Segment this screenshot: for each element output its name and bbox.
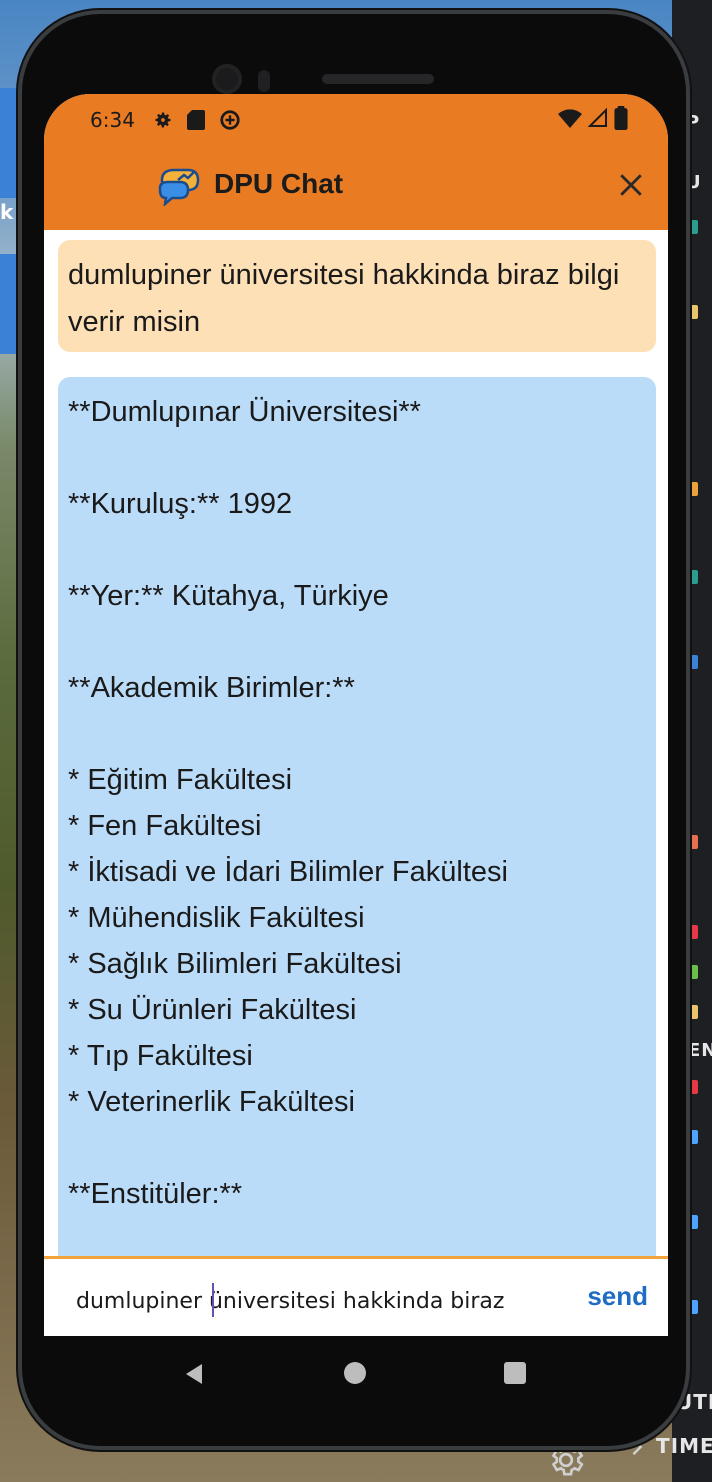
bot-message-line <box>68 711 646 757</box>
recents-icon[interactable] <box>504 1362 526 1384</box>
bot-message-line: * İktisadi ve İdari Bilimler Fakültesi <box>68 856 508 888</box>
bot-message-line: * Mühendislik Fakültesi <box>68 902 365 934</box>
file-icon <box>684 965 698 979</box>
settings-icon <box>153 110 173 130</box>
desktop-label: EN <box>688 1040 712 1061</box>
file-icon <box>684 570 698 584</box>
bot-message-line: * Tıp Fakültesi <box>68 1040 253 1072</box>
chat-bubbles-icon <box>158 168 200 206</box>
android-nav-bar <box>44 1336 668 1408</box>
bot-message-line <box>68 435 646 481</box>
signal-icon <box>588 107 607 127</box>
app-bar: DPU Chat <box>44 154 668 224</box>
app-header: 6:34 DPU Chat <box>44 94 668 230</box>
wifi-icon <box>558 109 582 128</box>
app-title: DPU Chat <box>214 168 344 199</box>
back-icon[interactable] <box>182 1362 206 1386</box>
sd-card-icon <box>186 110 205 130</box>
bot-message-line: **Enstitüler:** <box>68 1178 243 1210</box>
desktop-label: TIME <box>656 1434 712 1458</box>
file-icon <box>684 1080 698 1094</box>
gem-icon <box>684 1300 698 1314</box>
bot-message-line: * Fen Fakültesi <box>68 810 262 842</box>
status-bar: 6:34 <box>90 104 255 136</box>
gem-icon <box>684 1215 698 1229</box>
text-caret <box>212 1283 214 1317</box>
gem-icon <box>684 1130 698 1144</box>
file-icon <box>684 220 698 234</box>
desktop-left-label: k <box>0 200 14 224</box>
file-icon <box>684 835 698 849</box>
bot-message-bubble: **Dumlupınar Üniversitesi** **Kuruluş:**… <box>58 377 656 1336</box>
file-icon <box>684 925 698 939</box>
desktop-label: U <box>686 172 702 193</box>
user-message-text: dumlupiner üniversitesi hakkinda biraz b… <box>68 259 620 338</box>
battery-icon <box>614 106 628 130</box>
bot-message-line <box>68 527 646 573</box>
close-icon[interactable] <box>618 172 644 198</box>
user-message-bubble: dumlupiner üniversitesi hakkinda biraz b… <box>58 240 656 352</box>
gear-icon[interactable] <box>546 1440 586 1480</box>
bot-message-line: **Akademik Birimler:** <box>68 672 355 704</box>
data-saver-icon <box>219 109 241 131</box>
folder-icon <box>684 305 698 319</box>
bot-message-line: **Kuruluş:** 1992 <box>68 488 293 520</box>
send-button[interactable]: send <box>587 1281 648 1312</box>
home-icon[interactable] <box>344 1362 366 1384</box>
front-camera <box>212 64 242 94</box>
earpiece-speaker <box>322 74 434 84</box>
status-icons-right <box>558 106 628 130</box>
bot-message-line: * Eğitim Fakültesi <box>68 764 293 796</box>
phone-screen: 6:34 DPU Chat dumlupiner üniversitesi ha… <box>44 94 668 1336</box>
file-icon <box>684 655 698 669</box>
bot-message-line: **Dumlupınar Üniversitesi** <box>68 396 421 428</box>
bot-message-line <box>68 1125 646 1171</box>
status-time: 6:34 <box>90 108 135 132</box>
message-composer: send <box>44 1256 668 1336</box>
bot-message-line: * Veterinerlik Fakültesi <box>68 1086 355 1118</box>
bot-message-line: * Su Ürünleri Fakültesi <box>68 994 357 1026</box>
message-input[interactable] <box>76 1285 536 1317</box>
lock-icon <box>684 1005 698 1019</box>
proximity-sensor <box>258 70 270 92</box>
folder-icon <box>684 482 698 496</box>
desktop-label: P <box>686 112 701 133</box>
bot-message-line: **Yer:** Kütahya, Türkiye <box>68 580 389 612</box>
bot-message-line: * Sağlık Bilimleri Fakültesi <box>68 948 402 980</box>
bot-message-line <box>68 619 646 665</box>
